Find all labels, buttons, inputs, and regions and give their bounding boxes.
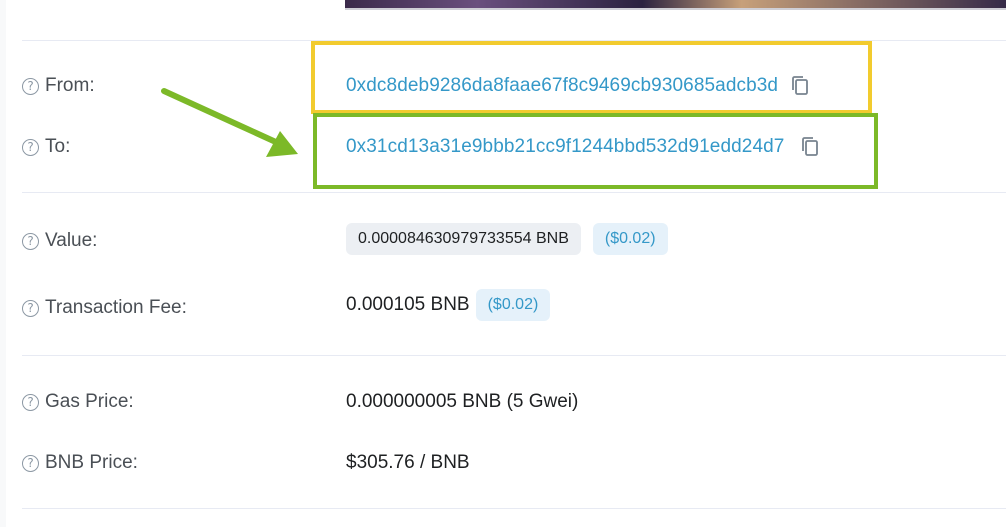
- green-arrow-annotation: [161, 88, 298, 157]
- value-label: ? Value:: [22, 229, 97, 253]
- divider: [22, 508, 1006, 509]
- question-circle-icon[interactable]: ?: [22, 138, 39, 156]
- fee-label-text: Transaction Fee:: [45, 297, 187, 318]
- price-amount-text: $305.76 / BNB: [346, 452, 470, 473]
- fee-amount: 0.000105 BNB ($0.02): [346, 289, 551, 321]
- price-amount: $305.76 / BNB: [346, 450, 470, 476]
- value-usd-badge: ($0.02): [592, 223, 668, 255]
- price-label-text: BNB Price:: [45, 452, 138, 473]
- question-circle-icon[interactable]: ?: [22, 232, 39, 250]
- to-label: ? To:: [22, 135, 70, 159]
- fee-usd-badge: ($0.02): [475, 289, 551, 321]
- value-amount-badge: 0.000084630979733554 BNB: [346, 223, 581, 255]
- gas-amount-text: 0.000000005 BNB (5 Gwei): [346, 391, 579, 412]
- question-circle-icon[interactable]: ?: [22, 454, 39, 472]
- to-label-text: To:: [45, 136, 71, 157]
- question-circle-icon[interactable]: ?: [22, 77, 39, 95]
- question-circle-icon[interactable]: ?: [22, 299, 39, 317]
- from-highlight-box: [311, 41, 872, 114]
- from-label-text: From:: [45, 75, 95, 96]
- from-label: ? From:: [22, 74, 95, 98]
- divider: [22, 192, 1006, 193]
- value-label-text: Value:: [45, 230, 98, 251]
- gas-label: ? Gas Price:: [22, 390, 134, 414]
- price-label: ? BNB Price:: [22, 451, 138, 475]
- fee-amount-text: 0.000105 BNB: [346, 294, 470, 315]
- divider: [22, 355, 1006, 356]
- to-highlight-box: [313, 113, 878, 189]
- banner-divider: [345, 8, 1006, 10]
- question-circle-icon[interactable]: ?: [22, 393, 39, 411]
- gas-amount: 0.000000005 BNB (5 Gwei): [346, 389, 578, 415]
- banner-image: [345, 0, 1006, 8]
- fee-label: ? Transaction Fee:: [22, 296, 187, 320]
- gas-label-text: Gas Price:: [45, 391, 134, 412]
- value-amount: 0.000084630979733554 BNB ($0.02): [346, 223, 668, 255]
